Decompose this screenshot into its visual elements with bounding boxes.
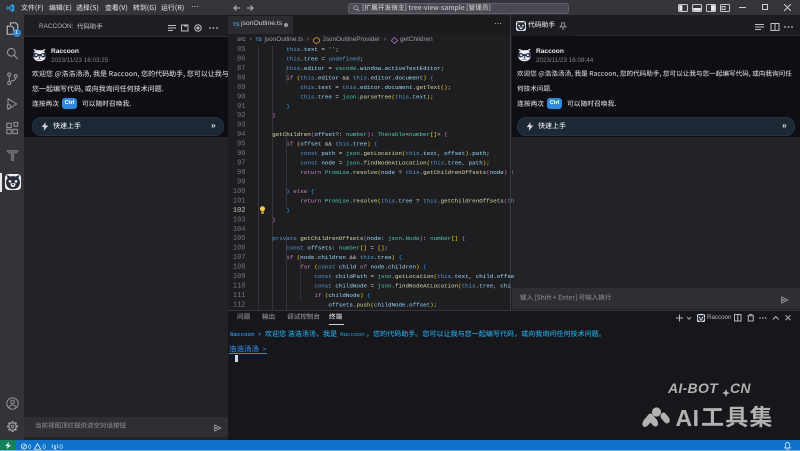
svg-text:0: 0 — [60, 445, 64, 450]
svg-text:0: 0 — [28, 445, 32, 450]
svg-text:0: 0 — [43, 445, 47, 450]
